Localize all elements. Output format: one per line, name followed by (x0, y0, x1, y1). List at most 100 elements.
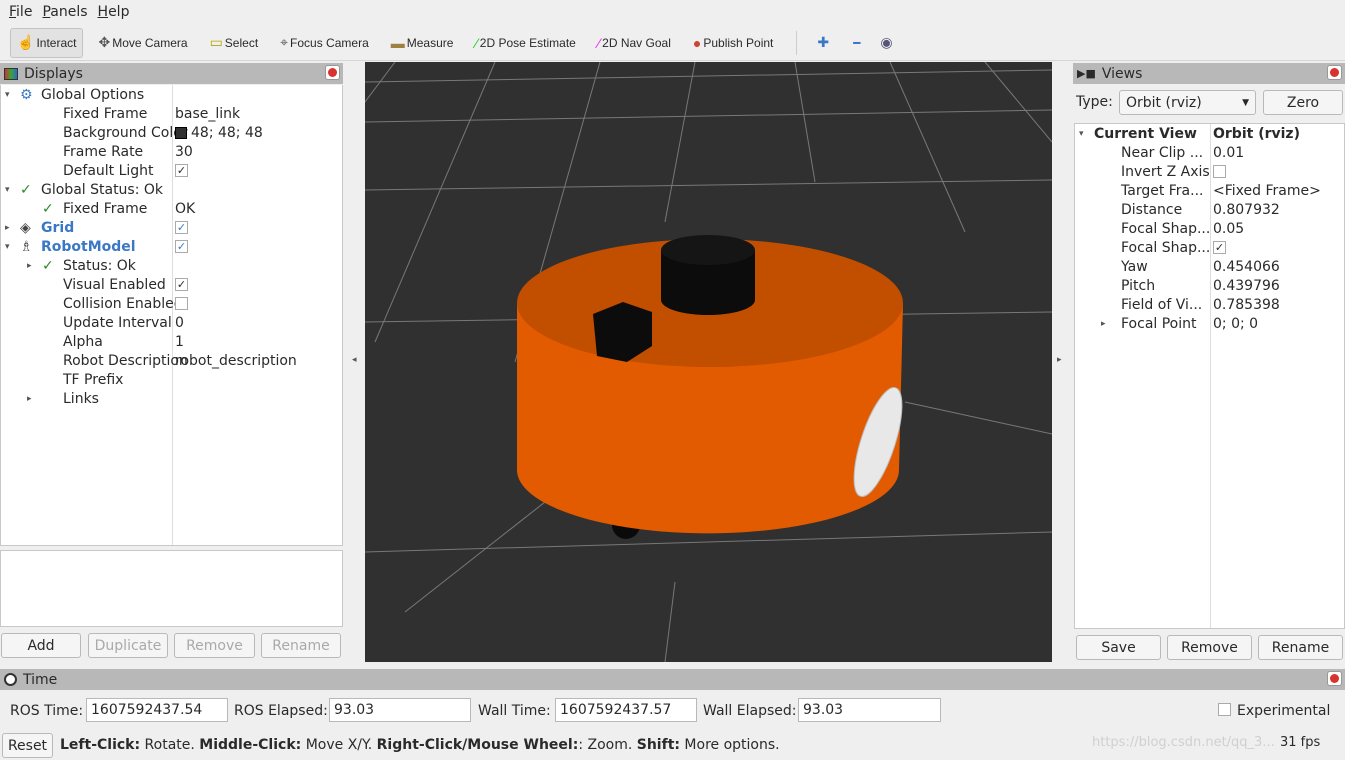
tree-row[interactable]: Robot Description robot_description (1, 351, 342, 370)
expand-down-icon[interactable]: ▾ (5, 242, 15, 252)
property-checkbox[interactable]: ✓ (175, 164, 188, 177)
views-tree[interactable]: ▾ Current View Orbit (rviz) Near Clip ... 0.… (1074, 123, 1345, 629)
tool-select[interactable]: ▭ Select (203, 28, 266, 58)
tree-row[interactable]: ▸ ✓ Status: Ok (1, 256, 342, 275)
add-button[interactable]: Add (1, 633, 81, 658)
property-value[interactable]: 1 (175, 334, 184, 350)
rename-display-button[interactable]: Rename (261, 633, 341, 658)
property-value[interactable]: 48; 48; 48 (191, 125, 263, 141)
tool-2d-pose-estimate[interactable]: ⁄ 2D Pose Estimate (468, 28, 582, 58)
ros-time-field[interactable]: 1607592437.54 (86, 698, 228, 722)
expand-right-icon[interactable]: ▸ (5, 223, 15, 233)
eye-icon[interactable]: ◉ (880, 35, 892, 51)
expand-right-icon[interactable]: ▸ (27, 394, 37, 404)
property-value[interactable]: 0.01 (1213, 145, 1244, 161)
tree-row[interactable]: Field of Vi... 0.785398 (1075, 295, 1344, 314)
tree-row[interactable]: Focal Shap... ✓ (1075, 238, 1344, 257)
property-value[interactable]: 0 (175, 315, 184, 331)
property-value[interactable]: 0; 0; 0 (1213, 316, 1258, 332)
tree-row[interactable]: Background Color 48; 48; 48 (1, 123, 342, 142)
property-checkbox[interactable]: ✓ (1213, 241, 1226, 254)
property-checkbox[interactable] (1213, 165, 1226, 178)
property-checkbox[interactable]: ✓ (175, 278, 188, 291)
zero-button[interactable]: Zero (1263, 90, 1343, 115)
property-value[interactable]: OK (175, 201, 195, 217)
wall-elapsed-field[interactable]: 93.03 (798, 698, 941, 722)
tree-row[interactable]: TF Prefix (1, 370, 342, 389)
expand-right-icon[interactable]: ▸ (1101, 319, 1111, 329)
tree-row[interactable]: Visual Enabled ✓ (1, 275, 342, 294)
displays-tree[interactable]: ▾ ⚙ Global Options Fixed Frame base_link Back… (0, 85, 343, 546)
expand-down-icon[interactable]: ▾ (1079, 129, 1089, 139)
property-name: Yaw (1121, 258, 1148, 275)
tree-row[interactable]: Distance 0.807932 (1075, 200, 1344, 219)
tree-row[interactable]: Update Interval 0 (1, 313, 342, 332)
tree-row[interactable]: Focal Shap... 0.05 (1075, 219, 1344, 238)
add-tool-plus-icon[interactable]: ✚ (817, 35, 829, 51)
property-checkbox[interactable] (175, 297, 188, 310)
property-value[interactable]: 0.807932 (1213, 202, 1280, 218)
property-value[interactable]: 30 (175, 144, 193, 160)
tool-2d-nav-goal[interactable]: ⁄ 2D Nav Goal (591, 28, 678, 58)
menu-panels[interactable]: Panels (37, 4, 92, 20)
property-value[interactable]: robot_description (175, 353, 297, 369)
expand-right-icon[interactable]: ▸ (27, 261, 37, 271)
tree-row[interactable]: ✓ Fixed Frame OK (1, 199, 342, 218)
close-views-button[interactable] (1327, 65, 1342, 80)
collapse-left-handle[interactable]: ◂ (352, 355, 357, 365)
rename-view-button[interactable]: Rename (1258, 635, 1343, 660)
wall-elapsed-label: Wall Elapsed: (703, 703, 797, 719)
tree-row[interactable]: Near Clip ... 0.01 (1075, 143, 1344, 162)
tree-row[interactable]: Pitch 0.439796 (1075, 276, 1344, 295)
tree-row[interactable]: ▸ Focal Point 0; 0; 0 (1075, 314, 1344, 333)
tree-row[interactable]: ▾ ✓ Global Status: Ok (1, 180, 342, 199)
remove-view-button[interactable]: Remove (1167, 635, 1252, 660)
expand-down-icon[interactable]: ▾ (5, 90, 15, 100)
reset-button[interactable]: Reset (2, 733, 53, 758)
tree-row[interactable]: ▸ ◈ Grid ✓ (1, 218, 342, 237)
close-displays-button[interactable] (325, 65, 340, 80)
3d-render-view[interactable] (365, 62, 1052, 662)
remove-display-button[interactable]: Remove (174, 633, 255, 658)
property-value[interactable]: 0.05 (1213, 221, 1244, 237)
expand-down-icon[interactable]: ▾ (5, 185, 15, 195)
view-type-select[interactable]: Orbit (rviz) ▼ (1119, 90, 1256, 115)
menu-file[interactable]: File (4, 4, 37, 20)
tool-move-camera[interactable]: ✥ Move Camera (91, 28, 194, 58)
collapse-right-handle[interactable]: ▸ (1057, 355, 1062, 365)
wall-time-field[interactable]: 1607592437.57 (555, 698, 697, 722)
property-value[interactable]: 0.454066 (1213, 259, 1280, 275)
save-view-button[interactable]: Save (1076, 635, 1161, 660)
ros-elapsed-field[interactable]: 93.03 (329, 698, 471, 722)
property-value[interactable]: <Fixed Frame> (1213, 183, 1321, 199)
property-value[interactable]: Orbit (rviz) (1213, 126, 1300, 142)
menu-help[interactable]: Help (93, 4, 135, 20)
tree-row[interactable]: Collision Enabled (1, 294, 342, 313)
color-swatch[interactable] (175, 126, 187, 139)
tool-publish-point[interactable]: ● Publish Point (686, 28, 781, 58)
tree-row[interactable]: ▾ ⚙ Global Options (1, 85, 342, 104)
property-checkbox[interactable]: ✓ (175, 221, 188, 234)
tree-row[interactable]: ▾ Current View Orbit (rviz) (1075, 124, 1344, 143)
tool-measure[interactable]: ▬ Measure (384, 28, 461, 58)
remove-tool-minus-icon[interactable]: ━ (853, 36, 860, 50)
tree-row[interactable]: Default Light ✓ (1, 161, 342, 180)
tree-row[interactable]: Yaw 0.454066 (1075, 257, 1344, 276)
tree-row[interactable]: Fixed Frame base_link (1, 104, 342, 123)
tree-row[interactable]: Target Fra... <Fixed Frame> (1075, 181, 1344, 200)
tree-row[interactable]: ▸ Links (1, 389, 342, 408)
experimental-checkbox[interactable] (1218, 703, 1231, 716)
tree-row[interactable]: Alpha 1 (1, 332, 342, 351)
tree-row[interactable]: Invert Z Axis (1075, 162, 1344, 181)
property-value[interactable]: 0.439796 (1213, 278, 1280, 294)
tree-row[interactable]: Frame Rate 30 (1, 142, 342, 161)
tool-focus-camera[interactable]: ⌖ Focus Camera (273, 28, 376, 58)
tool-interact[interactable]: ☝ Interact (10, 27, 84, 58)
close-time-button[interactable] (1327, 671, 1342, 686)
tree-row[interactable]: ▾ ♗ RobotModel ✓ (1, 237, 342, 256)
property-checkbox[interactable]: ✓ (175, 240, 188, 253)
property-value[interactable]: base_link (175, 106, 240, 122)
duplicate-button[interactable]: Duplicate (88, 633, 168, 658)
property-value[interactable]: 0.785398 (1213, 297, 1280, 313)
property-name: Alpha (63, 333, 103, 350)
